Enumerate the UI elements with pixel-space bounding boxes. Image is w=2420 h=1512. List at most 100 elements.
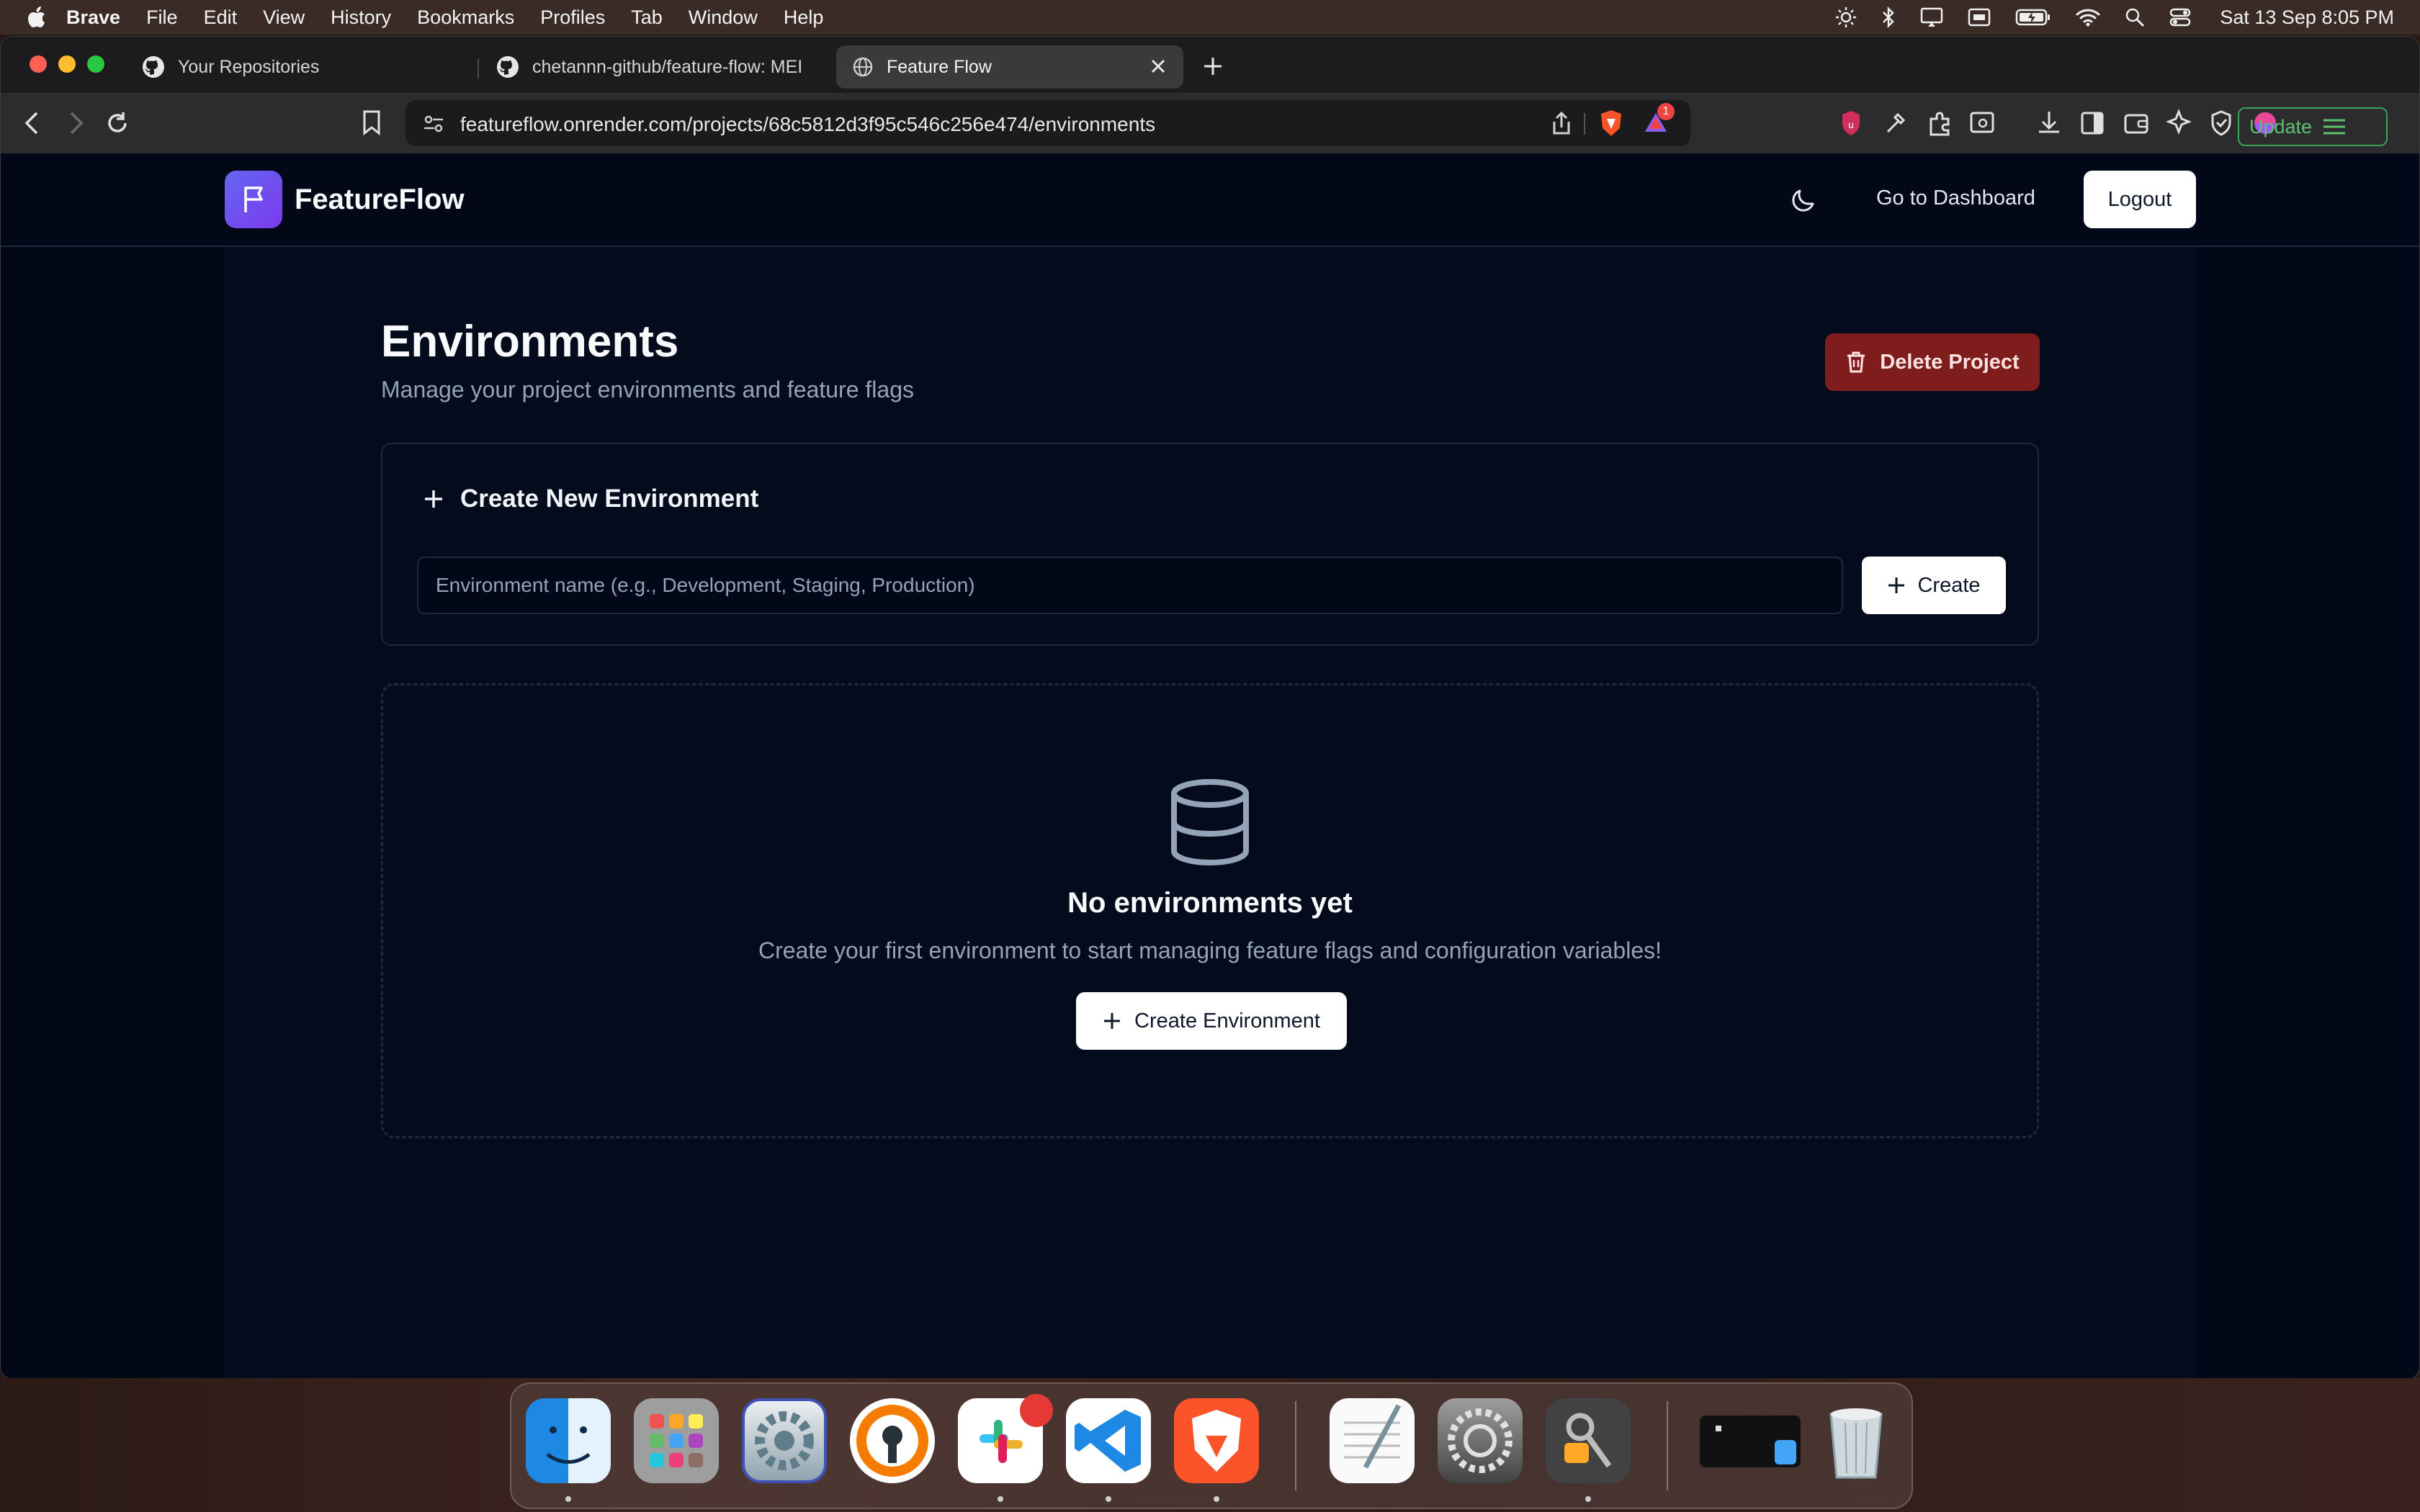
- brave-shields-icon[interactable]: [1598, 109, 1624, 138]
- launchpad-app-icon[interactable]: [634, 1398, 719, 1483]
- finder-app-icon[interactable]: [526, 1398, 611, 1483]
- brightness-icon[interactable]: [1835, 6, 1857, 28]
- url-text[interactable]: featureflow.onrender.com/projects/68c581…: [460, 113, 1155, 136]
- database-icon: [1168, 779, 1252, 865]
- menu-window[interactable]: Window: [689, 6, 758, 29]
- macos-menubar: Brave File Edit View History Bookmarks P…: [0, 0, 2420, 35]
- close-window-button[interactable]: [30, 55, 47, 73]
- close-tab-icon[interactable]: [1149, 57, 1168, 76]
- plus-icon: [425, 490, 442, 508]
- create-environment-button[interactable]: Create Environment: [1076, 992, 1347, 1050]
- extensions-icon[interactable]: [1925, 109, 1954, 138]
- battery-icon[interactable]: [2015, 8, 2051, 27]
- leo-ai-icon[interactable]: [2166, 109, 2192, 138]
- tab-title: Feature Flow: [887, 56, 992, 77]
- address-separator: [1584, 113, 1585, 135]
- page-title: Environments: [381, 317, 679, 366]
- menu-help[interactable]: Help: [784, 6, 824, 29]
- tab-separator: [478, 58, 479, 78]
- svg-text:u: u: [1848, 119, 1854, 130]
- menu-tab[interactable]: Tab: [631, 6, 663, 29]
- create-button[interactable]: Create: [1862, 557, 2006, 614]
- create-card-title-text: Create New Environment: [460, 485, 759, 513]
- dock-separator: [1667, 1401, 1668, 1490]
- address-bar[interactable]: featureflow.onrender.com/projects/68c581…: [405, 100, 1690, 146]
- tab-strip: Your Repositories chetannn-github/featur…: [1, 37, 2419, 93]
- create-environment-card: Create New Environment Create: [381, 443, 2039, 646]
- keyboard-icon[interactable]: [1968, 8, 1991, 27]
- brave-app-icon[interactable]: [1174, 1398, 1259, 1483]
- wifi-icon[interactable]: [2076, 8, 2100, 27]
- delete-project-label: Delete Project: [1880, 350, 2020, 374]
- system-settings-app-icon[interactable]: [1438, 1398, 1523, 1483]
- github-icon: [142, 55, 165, 78]
- dock: [510, 1382, 1913, 1509]
- menu-app-name[interactable]: Brave: [66, 6, 120, 29]
- vscode-app-icon[interactable]: [1066, 1398, 1151, 1483]
- site-settings-icon[interactable]: [423, 113, 444, 135]
- tab-feature-flow-repo[interactable]: chetannn-github/feature-flow: MEI: [480, 45, 825, 89]
- reader-mode-icon[interactable]: [1968, 109, 1996, 138]
- downloads-icon[interactable]: [2036, 109, 2062, 138]
- delete-project-button[interactable]: Delete Project: [1825, 333, 2040, 391]
- textedit-app-icon[interactable]: [1330, 1398, 1415, 1483]
- tab-title: Your Repositories: [178, 56, 320, 77]
- color-picker-icon[interactable]: [1882, 109, 1908, 138]
- tab-your-repositories[interactable]: Your Repositories: [126, 45, 472, 89]
- menubar-clock[interactable]: Sat 13 Sep 8:05 PM: [2220, 6, 2394, 29]
- bookmark-icon[interactable]: [361, 109, 382, 138]
- bluetooth-icon[interactable]: [1881, 6, 1896, 28]
- ublock-icon[interactable]: u: [1840, 109, 1862, 138]
- menu-profiles[interactable]: Profiles: [540, 6, 605, 29]
- keychain-access-app-icon[interactable]: [1546, 1398, 1631, 1483]
- web-page: FeatureFlow Go to Dashboard Logout Envir…: [1, 153, 2419, 1379]
- update-label: Update: [2249, 115, 2313, 138]
- tab-title: chetannn-github/feature-flow: MEI: [532, 56, 803, 77]
- apple-menu-icon[interactable]: [27, 6, 46, 28]
- environment-name-input[interactable]: [417, 557, 1843, 614]
- menu-view[interactable]: View: [263, 6, 305, 29]
- create-environment-label: Create Environment: [1134, 1009, 1320, 1032]
- browser-window: Your Repositories chetannn-github/featur…: [0, 36, 2420, 1380]
- back-icon[interactable]: [19, 109, 45, 138]
- new-tab-icon[interactable]: [1202, 55, 1224, 77]
- empty-state: No environments yet Create your first en…: [381, 683, 2039, 1138]
- logo[interactable]: [225, 171, 282, 228]
- logout-button[interactable]: Logout: [2084, 171, 2196, 228]
- app-header: FeatureFlow Go to Dashboard Logout: [1, 153, 2419, 247]
- menu-icon: [2322, 117, 2347, 136]
- update-button[interactable]: Update: [2238, 107, 2388, 146]
- menubar-status-area: Sat 13 Sep 8:05 PM: [1835, 0, 2420, 35]
- menu-bookmarks[interactable]: Bookmarks: [417, 6, 514, 29]
- empty-state-description: Create your first environment to start m…: [758, 937, 1662, 963]
- vpn-shield-icon[interactable]: [2209, 109, 2233, 138]
- menu-edit[interactable]: Edit: [204, 6, 238, 29]
- finder-window-minimized-icon[interactable]: [1700, 1416, 1801, 1467]
- reload-icon[interactable]: [103, 109, 132, 138]
- create-label: Create: [1917, 573, 1981, 597]
- display-icon[interactable]: [1920, 7, 1943, 27]
- theme-toggle-moon-icon[interactable]: [1790, 185, 1819, 214]
- go-to-dashboard-link[interactable]: Go to Dashboard: [1876, 186, 2035, 210]
- tab-feature-flow[interactable]: Feature Flow: [836, 45, 1183, 89]
- sidebar-icon[interactable]: [2079, 109, 2105, 138]
- menu-file[interactable]: File: [146, 6, 178, 29]
- control-center-icon[interactable]: [2169, 7, 2191, 27]
- dock-separator: [1295, 1401, 1296, 1490]
- minimize-window-button[interactable]: [58, 55, 76, 73]
- flag-icon: [244, 186, 263, 212]
- forward-icon[interactable]: [63, 109, 89, 138]
- wallet-icon[interactable]: [2123, 109, 2150, 138]
- empty-state-title: No environments yet: [1067, 887, 1353, 919]
- share-icon[interactable]: [1551, 110, 1572, 136]
- proton-vpn-app-icon[interactable]: [850, 1398, 935, 1483]
- create-card-title: Create New Environment: [423, 485, 758, 513]
- brand-name[interactable]: FeatureFlow: [295, 184, 465, 216]
- menu-history[interactable]: History: [331, 6, 391, 29]
- spotlight-icon[interactable]: [2125, 7, 2145, 27]
- running-indicator: [998, 1496, 1003, 1502]
- zoom-window-button[interactable]: [87, 55, 104, 73]
- trash-app-icon[interactable]: [1814, 1398, 1899, 1483]
- running-indicator: [565, 1496, 571, 1502]
- system-preferences-app-icon[interactable]: [742, 1398, 827, 1483]
